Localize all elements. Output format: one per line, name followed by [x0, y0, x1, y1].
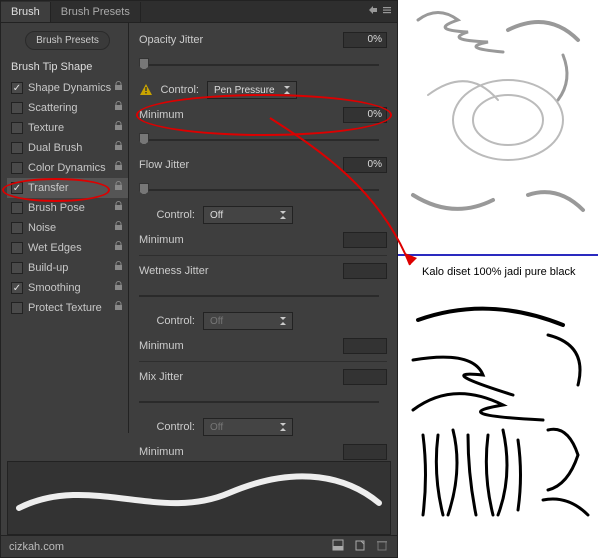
brush-presets-button[interactable]: Brush Presets: [25, 31, 110, 50]
sidebar-item-label: Brush Pose: [28, 202, 85, 214]
sidebar-item-shape-dynamics[interactable]: Shape Dynamics: [7, 78, 128, 98]
sidebar-item-label: Smoothing: [28, 282, 81, 294]
opacity-control-select[interactable]: Pen Pressure: [207, 81, 297, 99]
example-area: Kalo diset 100% jadi pure black: [398, 0, 598, 558]
sidebar-item-label: Dual Brush: [28, 142, 82, 154]
sidebar-item-wet-edges[interactable]: Wet Edges: [7, 238, 128, 258]
lock-icon[interactable]: [113, 180, 124, 194]
checkbox-icon[interactable]: [11, 222, 23, 234]
sidebar-item-dual-brush[interactable]: Dual Brush: [7, 138, 128, 158]
menu-icon[interactable]: [381, 4, 393, 16]
sidebar-item-label: Protect Texture: [28, 302, 102, 314]
transfer-settings: Opacity Jitter 0% Control: Pen Pressure …: [129, 23, 397, 433]
new-brush-icon[interactable]: [353, 538, 367, 555]
wetness-jitter-value: [343, 263, 387, 279]
lock-icon[interactable]: [113, 220, 124, 234]
sidebar-item-label: Color Dynamics: [28, 162, 106, 174]
lock-icon[interactable]: [113, 140, 124, 154]
sidebar-item-texture[interactable]: Texture: [7, 118, 128, 138]
sidebar-item-label: Wet Edges: [28, 242, 82, 254]
sidebar-item-protect-texture[interactable]: Protect Texture: [7, 298, 128, 318]
checkbox-icon[interactable]: [11, 142, 23, 154]
wetness-slider: [139, 289, 379, 303]
lock-icon[interactable]: [113, 200, 124, 214]
sidebar-item-color-dynamics[interactable]: Color Dynamics: [7, 158, 128, 178]
sidebar-item-label: Texture: [28, 122, 64, 134]
flow-jitter-value[interactable]: 0%: [343, 157, 387, 173]
sidebar-item-build-up[interactable]: Build-up: [7, 258, 128, 278]
lock-icon[interactable]: [113, 100, 124, 114]
mix-jitter-value: [343, 369, 387, 385]
tab-brush-presets[interactable]: Brush Presets: [51, 2, 141, 22]
control-label: Control:: [157, 84, 207, 96]
warning-icon: [139, 83, 153, 97]
control-label: Control:: [153, 315, 203, 327]
opacity-jitter-value[interactable]: 0%: [343, 32, 387, 48]
minimum-value[interactable]: 0%: [343, 107, 387, 123]
lock-icon[interactable]: [113, 280, 124, 294]
wetness-jitter-label: Wetness Jitter: [139, 265, 229, 277]
lock-icon[interactable]: [113, 260, 124, 274]
minimum-label: Minimum: [139, 340, 229, 352]
mix-minimum-value: [343, 444, 387, 460]
brush-options-sidebar: Brush Presets Brush Tip Shape Shape Dyna…: [1, 23, 129, 433]
checkbox-icon[interactable]: [11, 162, 23, 174]
lock-icon[interactable]: [113, 300, 124, 314]
flow-minimum-value: [343, 232, 387, 248]
minimum-label: Minimum: [139, 234, 229, 246]
lock-icon[interactable]: [113, 120, 124, 134]
lock-icon[interactable]: [113, 160, 124, 174]
lock-icon[interactable]: [113, 80, 124, 94]
brush-panel: Brush Brush Presets Brush Presets Brush …: [0, 0, 398, 558]
flow-jitter-label: Flow Jitter: [139, 159, 229, 171]
mix-jitter-label: Mix Jitter: [139, 371, 229, 383]
checkbox-icon[interactable]: [11, 102, 23, 114]
minimum-label: Minimum: [139, 446, 229, 458]
flow-control-select[interactable]: Off: [203, 206, 293, 224]
tab-brush[interactable]: Brush: [1, 2, 51, 22]
flow-jitter-slider[interactable]: [139, 183, 379, 197]
panel-footer: cizkah.com: [1, 535, 397, 557]
minimum-label: Minimum: [139, 109, 229, 121]
wetness-control-select: Off: [203, 312, 293, 330]
sidebar-item-label: Scattering: [28, 102, 78, 114]
checkbox-icon[interactable]: [11, 122, 23, 134]
sidebar-item-smoothing[interactable]: Smoothing: [7, 278, 128, 298]
opacity-jitter-slider[interactable]: [139, 58, 379, 72]
opacity-jitter-label: Opacity Jitter: [139, 34, 229, 46]
checkbox-icon[interactable]: [11, 282, 23, 294]
sidebar-item-label: Build-up: [28, 262, 68, 274]
control-label: Control:: [153, 209, 203, 221]
toggle-preview-icon[interactable]: [331, 538, 345, 555]
sidebar-item-transfer[interactable]: Transfer: [7, 178, 128, 198]
checkbox-icon[interactable]: [11, 182, 23, 194]
sidebar-item-label: Transfer: [28, 182, 69, 194]
checkbox-icon[interactable]: [11, 302, 23, 314]
divider: [398, 254, 598, 256]
checkbox-icon[interactable]: [11, 202, 23, 214]
sidebar-item-brush-pose[interactable]: Brush Pose: [7, 198, 128, 218]
mix-slider: [139, 395, 379, 409]
control-label: Control:: [153, 421, 203, 433]
checkbox-icon[interactable]: [11, 262, 23, 274]
collapse-icon[interactable]: [367, 4, 379, 16]
sidebar-item-noise[interactable]: Noise: [7, 218, 128, 238]
tab-bar: Brush Brush Presets: [1, 1, 397, 23]
watermark-text: cizkah.com: [9, 541, 64, 553]
sidebar-item-label: Shape Dynamics: [28, 82, 111, 94]
minimum-slider[interactable]: [139, 133, 379, 147]
brush-tip-shape-label[interactable]: Brush Tip Shape: [7, 58, 128, 78]
wetness-minimum-value: [343, 338, 387, 354]
checkbox-icon[interactable]: [11, 82, 23, 94]
mix-control-select: Off: [203, 418, 293, 436]
annotation-text: Kalo diset 100% jadi pure black: [422, 266, 575, 278]
sidebar-item-label: Noise: [28, 222, 56, 234]
sidebar-item-scattering[interactable]: Scattering: [7, 98, 128, 118]
lock-icon[interactable]: [113, 240, 124, 254]
trash-icon[interactable]: [375, 538, 389, 555]
brush-preview: [7, 461, 391, 535]
checkbox-icon[interactable]: [11, 242, 23, 254]
